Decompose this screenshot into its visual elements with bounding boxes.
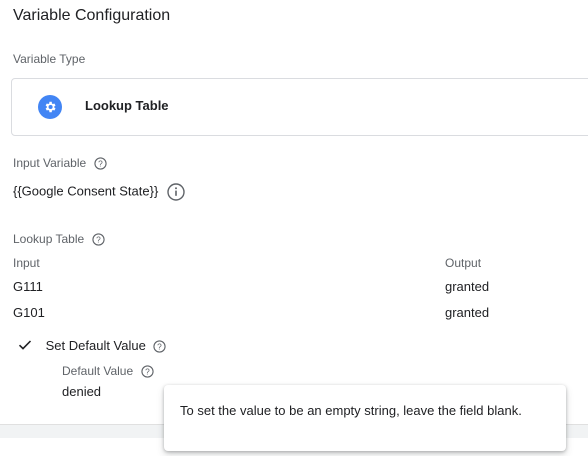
help-icon[interactable]: ?	[140, 365, 154, 378]
svg-text:?: ?	[145, 367, 150, 377]
set-default-value-label: Set Default Value	[45, 338, 146, 353]
input-variable-label: Input Variable	[13, 156, 87, 170]
table-row-input: G111	[13, 279, 43, 294]
variable-type-card[interactable]: Lookup Table	[11, 78, 588, 136]
input-variable-heading: Input Variable ?	[13, 156, 107, 170]
table-row-input: G101	[13, 305, 45, 320]
info-icon[interactable]	[167, 183, 185, 201]
svg-text:?: ?	[98, 159, 103, 169]
help-icon[interactable]: ?	[93, 157, 107, 170]
default-value-heading: Default Value ?	[62, 364, 154, 378]
input-variable-value: {{Google Consent State}}	[13, 183, 159, 199]
svg-text:?: ?	[158, 342, 163, 352]
lookup-table-label: Lookup Table	[13, 232, 85, 246]
tooltip-text: To set the value to be an empty string, …	[180, 403, 522, 418]
help-icon[interactable]: ?	[91, 233, 105, 246]
set-default-value-row[interactable]: Set Default Value ?	[18, 338, 167, 354]
svg-text:?: ?	[96, 235, 101, 245]
checkmark-icon[interactable]	[18, 339, 32, 354]
variable-type-value: Lookup Table	[85, 98, 169, 113]
default-value: denied	[62, 384, 102, 399]
table-row-output: granted	[445, 305, 490, 320]
gear-icon	[38, 95, 62, 119]
help-icon[interactable]: ?	[153, 340, 167, 353]
lookup-table-heading: Lookup Table ?	[13, 232, 105, 246]
help-tooltip: To set the value to be an empty string, …	[164, 385, 566, 451]
table-row-output: granted	[445, 279, 490, 294]
default-value-label: Default Value	[62, 364, 134, 378]
page-title: Variable Configuration	[13, 7, 171, 24]
input-variable-row: {{Google Consent State}}	[13, 183, 185, 201]
column-header-input: Input	[13, 256, 40, 270]
variable-type-label: Variable Type	[13, 52, 86, 66]
column-header-output: Output	[445, 256, 482, 270]
